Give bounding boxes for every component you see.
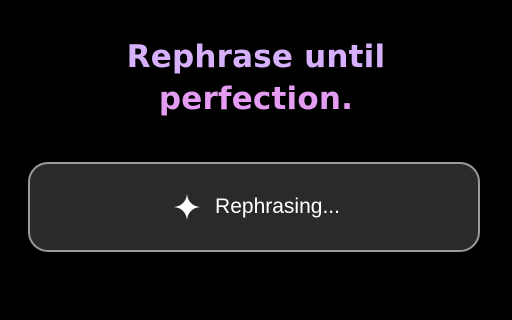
headline: Rephrase until perfection. [0,36,512,120]
rephrasing-status: Rephrasing... [174,194,340,220]
sparkle-icon [174,194,201,220]
headline-line-2: perfection. [158,81,354,117]
status-label: Rephrasing... [215,195,340,218]
rephrasing-status-panel: Rephrasing... [28,162,480,252]
headline-line-1: Rephrase until [126,39,386,75]
